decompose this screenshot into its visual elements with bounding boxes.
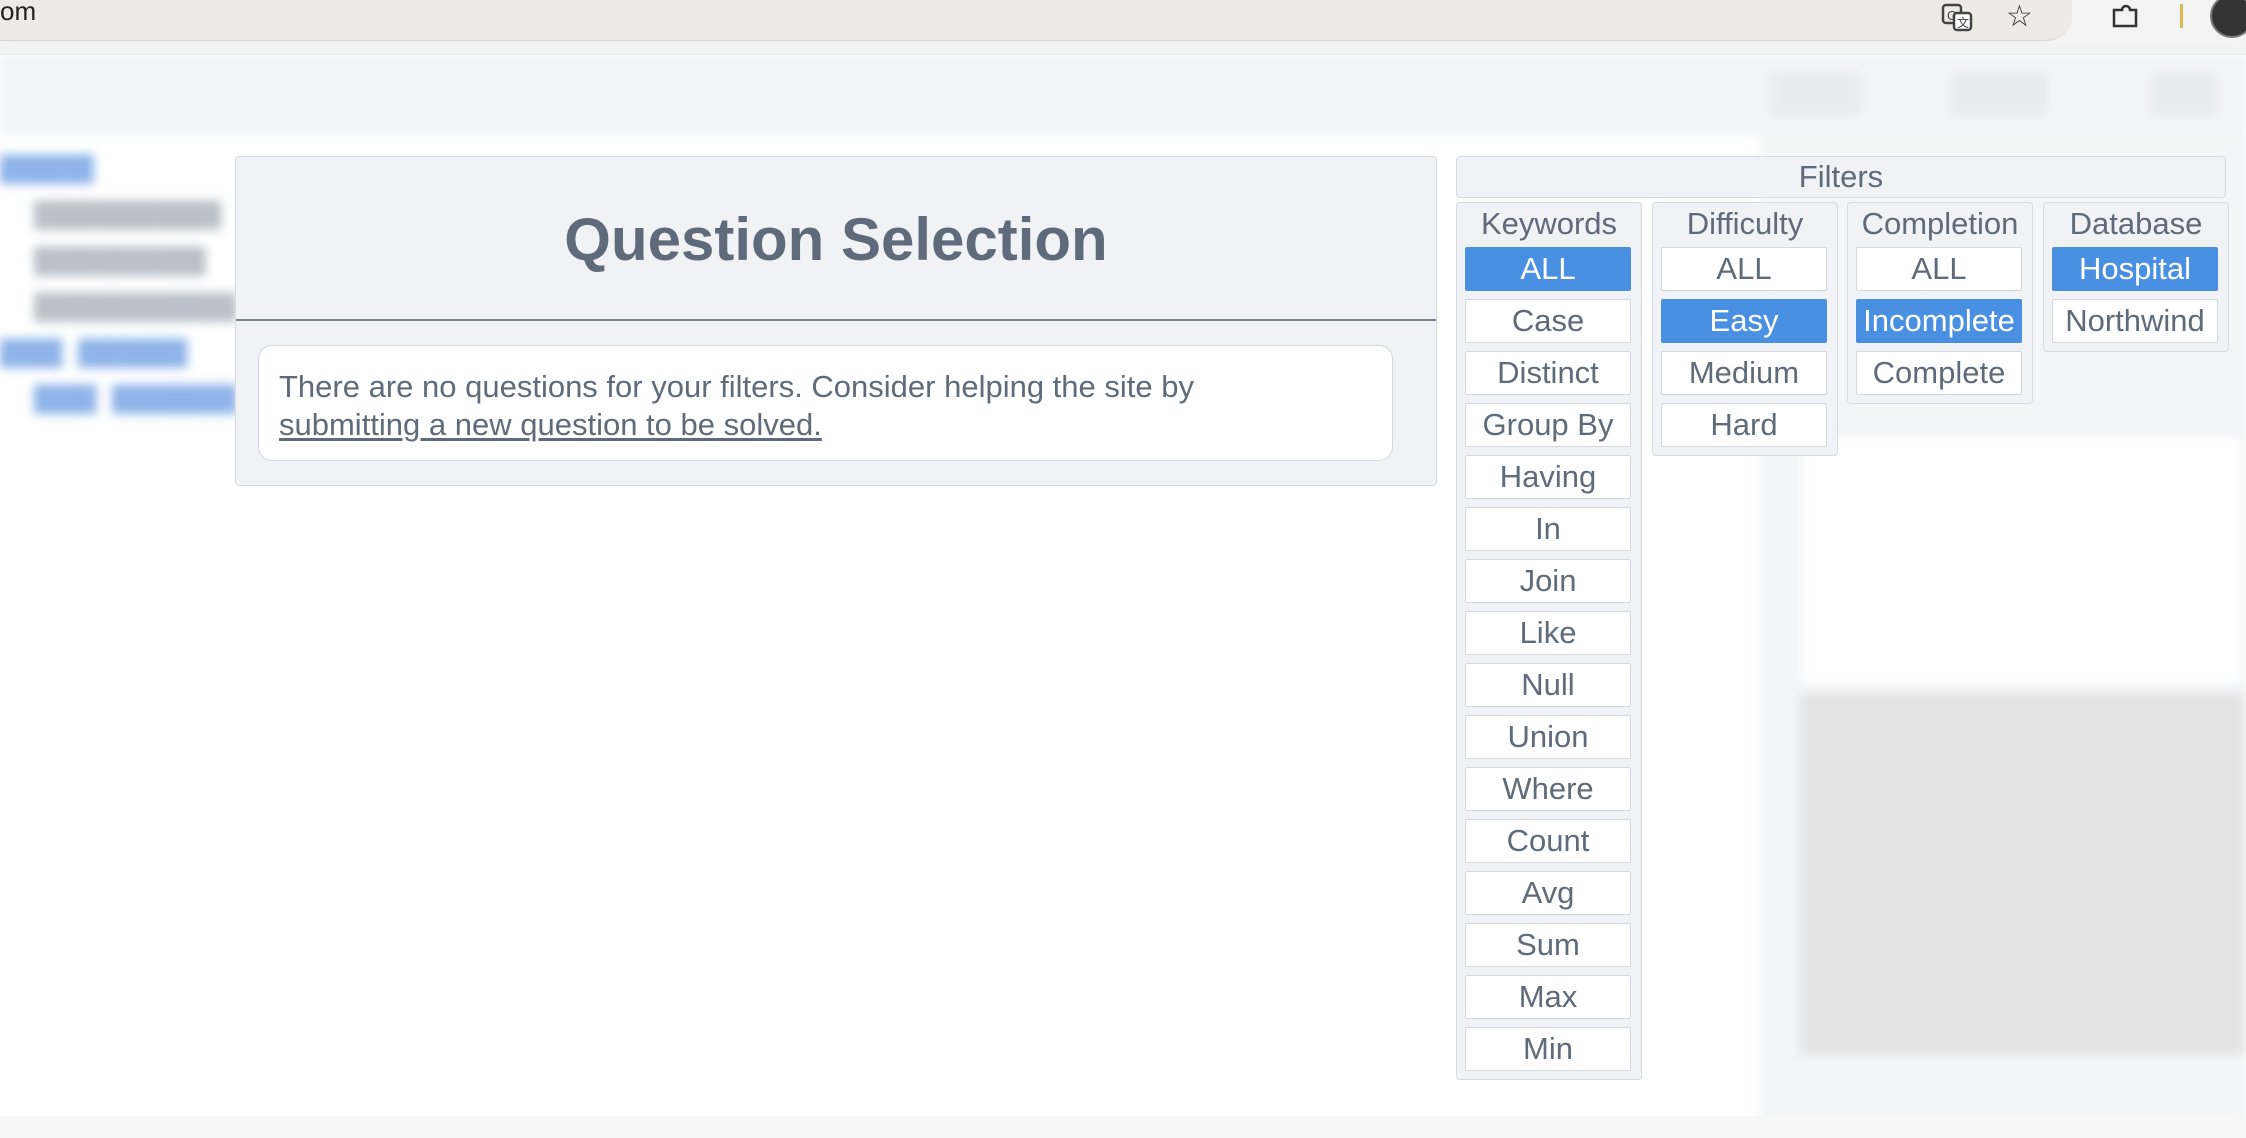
difficulty-option-easy[interactable]: Easy	[1661, 299, 1827, 343]
keywords-filter-title: Keywords	[1480, 206, 1618, 241]
keywords-option-union[interactable]: Union	[1465, 715, 1631, 759]
background-code: ███████████	[34, 246, 206, 276]
completion-option-complete[interactable]: Complete	[1856, 351, 2022, 395]
background-solution	[1800, 694, 2246, 1054]
keywords-option-distinct[interactable]: Distinct	[1465, 351, 1631, 395]
svg-text:文: 文	[1957, 15, 1969, 30]
difficulty-filter-title: Difficulty	[1686, 206, 1804, 241]
keywords-filter-group: Keywords ALL Case Distinct Group By Having In…	[1456, 202, 1642, 1080]
question-selection-panel: Question Selection There are no question…	[235, 156, 1437, 486]
page-title: Question Selection	[236, 157, 1436, 321]
keywords-option-count[interactable]: Count	[1465, 819, 1631, 863]
profile-avatar[interactable]	[2210, 0, 2246, 38]
completion-option-incomplete[interactable]: Incomplete	[1856, 299, 2022, 343]
database-filter-group: Database Hospital Northwind	[2043, 202, 2229, 352]
background-nav-item	[1770, 72, 1862, 116]
completion-filter-group: Completion ALL Incomplete Complete	[1847, 202, 2033, 404]
database-option-hospital[interactable]: Hospital	[2052, 247, 2218, 291]
keywords-option-null[interactable]: Null	[1465, 663, 1631, 707]
background-card	[1800, 434, 2242, 686]
background-navbar	[0, 54, 2246, 134]
background-code: ████████████	[34, 200, 222, 230]
keywords-option-group-by[interactable]: Group By	[1465, 403, 1631, 447]
completion-option-all[interactable]: ALL	[1856, 247, 2022, 291]
url-text[interactable]: om	[0, 0, 36, 27]
keywords-option-sum[interactable]: Sum	[1465, 923, 1631, 967]
keywords-option-in[interactable]: In	[1465, 507, 1631, 551]
background-code: ██████	[0, 154, 94, 184]
keywords-option-having[interactable]: Having	[1465, 455, 1631, 499]
toolbar-divider	[2180, 4, 2183, 28]
empty-state-text: There are no questions for your filters.…	[279, 369, 1194, 404]
background-nav-item	[2150, 72, 2217, 116]
difficulty-option-medium[interactable]: Medium	[1661, 351, 1827, 395]
difficulty-filter-group: Difficulty ALL Easy Medium Hard	[1652, 202, 1838, 456]
database-option-northwind[interactable]: Northwind	[2052, 299, 2218, 343]
database-filter-title: Database	[2069, 206, 2203, 241]
address-bar[interactable]: om	[0, 0, 2072, 41]
submit-question-link[interactable]: submitting a new question to be solved.	[279, 407, 822, 442]
extensions-icon[interactable]	[2108, 0, 2142, 42]
empty-state-message: There are no questions for your filters.…	[258, 345, 1393, 461]
keywords-option-min[interactable]: Min	[1465, 1027, 1631, 1071]
background-code: █████████████	[34, 292, 237, 322]
background-nav-item	[1950, 72, 2048, 116]
star-icon[interactable]: ☆	[2006, 0, 2033, 34]
background-code: ████ ████████	[34, 384, 237, 414]
keywords-option-join[interactable]: Join	[1465, 559, 1631, 603]
keywords-option-where[interactable]: Where	[1465, 767, 1631, 811]
browser-chrome: om G文 ☆	[0, 0, 2246, 55]
page-footer-strip	[0, 1116, 2246, 1138]
difficulty-option-hard[interactable]: Hard	[1661, 403, 1827, 447]
keywords-option-max[interactable]: Max	[1465, 975, 1631, 1019]
filters-header: Filters	[1456, 156, 2226, 198]
keywords-option-case[interactable]: Case	[1465, 299, 1631, 343]
completion-filter-title: Completion	[1861, 206, 2019, 241]
difficulty-option-all[interactable]: ALL	[1661, 247, 1827, 291]
keywords-option-avg[interactable]: Avg	[1465, 871, 1631, 915]
translate-icon[interactable]: G文	[1940, 0, 1974, 42]
keywords-option-all[interactable]: ALL	[1465, 247, 1631, 291]
background-code: ████ ███████	[0, 338, 188, 368]
keywords-option-like[interactable]: Like	[1465, 611, 1631, 655]
